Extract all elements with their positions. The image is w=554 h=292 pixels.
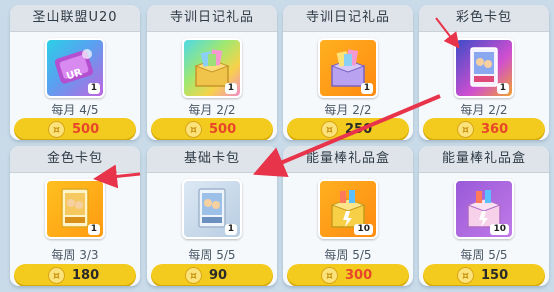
item-price: 90 <box>209 268 228 283</box>
shop-grid: 圣山联盟U20 UR 1 每月 4/5 ¤ 500 寺训日记礼品 1 每月 2/… <box>0 0 554 292</box>
buy-button[interactable]: ¤ 500 <box>151 118 273 140</box>
item-price: 300 <box>345 268 373 283</box>
energy-bar-gift-box-icon: 10 <box>318 179 378 239</box>
purchase-limit: 每月 2/2 <box>460 103 508 117</box>
energy-bar-gift-box-purple-icon: 10 <box>454 179 514 239</box>
buy-button[interactable]: ¤ 500 <box>14 118 136 140</box>
purchase-limit: 每周 5/5 <box>324 248 372 262</box>
buy-button[interactable]: ¤ 300 <box>287 264 409 286</box>
ur-ticket-icon: UR 1 <box>45 38 105 98</box>
coin-icon: ¤ <box>185 121 202 138</box>
item-count: 10 <box>490 224 509 235</box>
coin-icon: ¤ <box>48 121 65 138</box>
coin-icon: ¤ <box>457 267 474 284</box>
item-title: 能量棒礼品盒 <box>283 146 413 173</box>
coin-icon: ¤ <box>48 267 65 284</box>
shop-item-training-diary-gift-2[interactable]: 寺训日记礼品 1 每月 2/2 ¤ 250 <box>283 5 413 140</box>
purchase-limit: 每周 5/5 <box>460 248 508 262</box>
item-title: 寺训日记礼品 <box>147 5 277 32</box>
item-price: 180 <box>72 268 100 283</box>
item-price: 360 <box>481 122 509 137</box>
shop-item-gold-card-pack[interactable]: 金色卡包 1 每周 3/3 ¤ 180 <box>10 146 140 286</box>
gold-card-pack-icon: 1 <box>45 179 105 239</box>
item-count: 1 <box>360 83 373 94</box>
item-price: 500 <box>209 122 237 137</box>
item-title: 圣山联盟U20 <box>10 5 140 32</box>
item-count: 1 <box>496 83 509 94</box>
buy-button[interactable]: ¤ 180 <box>14 264 136 286</box>
purchase-limit: 每月 4/5 <box>51 103 99 117</box>
buy-button[interactable]: ¤ 150 <box>423 264 545 286</box>
coin-icon: ¤ <box>185 267 202 284</box>
purchase-limit: 每月 2/2 <box>188 103 236 117</box>
item-price: 500 <box>72 122 100 137</box>
item-count: 1 <box>87 83 100 94</box>
purchase-limit: 每周 5/5 <box>188 248 236 262</box>
shop-item-energy-bar-gift-1[interactable]: 能量棒礼品盒 10 每周 5/5 ¤ 300 <box>283 146 413 286</box>
item-title: 基础卡包 <box>147 146 277 173</box>
item-price: 150 <box>481 268 509 283</box>
buy-button[interactable]: ¤ 250 <box>287 118 409 140</box>
shop-item-training-diary-gift-1[interactable]: 寺训日记礼品 1 每月 2/2 ¤ 500 <box>147 5 277 140</box>
shop-item-energy-bar-gift-2[interactable]: 能量棒礼品盒 10 每周 5/5 ¤ 150 <box>419 146 549 286</box>
shop-item-color-card-pack[interactable]: 彩色卡包 1 每月 2/2 ¤ 360 <box>419 5 549 140</box>
item-count: 10 <box>354 224 373 235</box>
basic-card-pack-icon: 1 <box>182 179 242 239</box>
item-title: 彩色卡包 <box>419 5 549 32</box>
coin-icon: ¤ <box>321 267 338 284</box>
item-count: 1 <box>224 83 237 94</box>
shop-item-basic-card-pack[interactable]: 基础卡包 1 每周 5/5 ¤ 90 <box>147 146 277 286</box>
item-title: 能量棒礼品盒 <box>419 146 549 173</box>
item-price: 250 <box>345 122 373 137</box>
buy-button[interactable]: ¤ 360 <box>423 118 545 140</box>
color-card-pack-icon: 1 <box>454 38 514 98</box>
item-count: 1 <box>224 224 237 235</box>
buy-button[interactable]: ¤ 90 <box>151 264 273 286</box>
purchase-limit: 每月 2/2 <box>324 103 372 117</box>
purchase-limit: 每周 3/3 <box>51 248 99 262</box>
purple-gift-box-icon: 1 <box>318 38 378 98</box>
coin-icon: ¤ <box>321 121 338 138</box>
item-count: 1 <box>87 224 100 235</box>
rainbow-gift-box-icon: 1 <box>182 38 242 98</box>
coin-icon: ¤ <box>457 121 474 138</box>
item-title: 金色卡包 <box>10 146 140 173</box>
shop-item-u20-ticket[interactable]: 圣山联盟U20 UR 1 每月 4/5 ¤ 500 <box>10 5 140 140</box>
item-title: 寺训日记礼品 <box>283 5 413 32</box>
